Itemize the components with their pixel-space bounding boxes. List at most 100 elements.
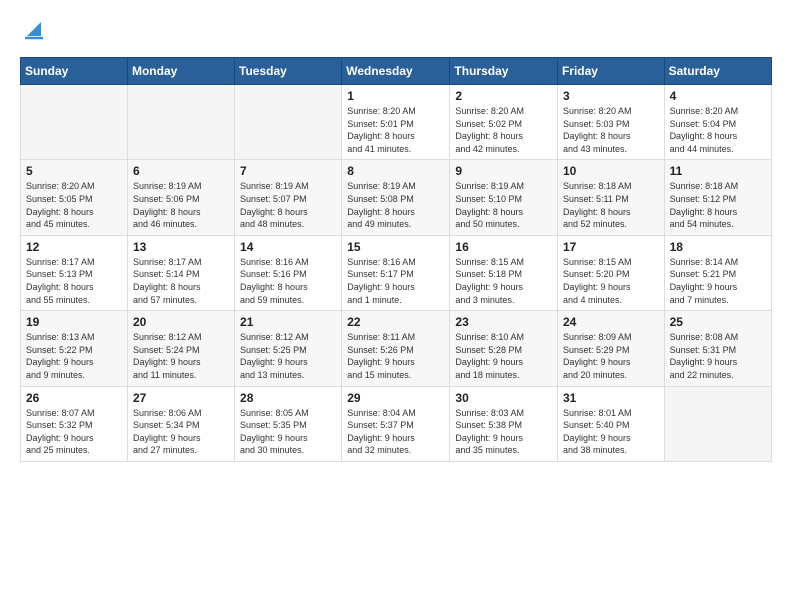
weekday-header-sunday: Sunday xyxy=(21,58,128,85)
weekday-header-wednesday: Wednesday xyxy=(342,58,450,85)
weekday-header-row: SundayMondayTuesdayWednesdayThursdayFrid… xyxy=(21,58,772,85)
day-info: Sunrise: 8:13 AM Sunset: 5:22 PM Dayligh… xyxy=(26,331,122,381)
day-number: 6 xyxy=(133,164,229,178)
day-info: Sunrise: 8:17 AM Sunset: 5:14 PM Dayligh… xyxy=(133,256,229,306)
day-info: Sunrise: 8:06 AM Sunset: 5:34 PM Dayligh… xyxy=(133,407,229,457)
weekday-header-thursday: Thursday xyxy=(450,58,558,85)
day-info: Sunrise: 8:19 AM Sunset: 5:06 PM Dayligh… xyxy=(133,180,229,230)
calendar-cell: 23Sunrise: 8:10 AM Sunset: 5:28 PM Dayli… xyxy=(450,311,558,386)
day-info: Sunrise: 8:20 AM Sunset: 5:04 PM Dayligh… xyxy=(670,105,766,155)
calendar-cell: 11 Sunrise: 8:18 AM Sunset: 5:12 PM Dayli… xyxy=(664,160,771,235)
day-info: Sunrise: 8:08 AM Sunset: 5:31 PM Dayligh… xyxy=(670,331,766,381)
day-info: Sunrise: 8:01 AM Sunset: 5:40 PM Dayligh… xyxy=(563,407,659,457)
calendar-cell: 26Sunrise: 8:07 AM Sunset: 5:32 PM Dayli… xyxy=(21,386,128,461)
weekday-header-friday: Friday xyxy=(557,58,664,85)
calendar-cell: 24 Sunrise: 8:09 AM Sunset: 5:29 PM Dayli… xyxy=(557,311,664,386)
calendar-week-5: 26Sunrise: 8:07 AM Sunset: 5:32 PM Dayli… xyxy=(21,386,772,461)
day-info: Sunrise: 8:19 AM Sunset: 5:07 PM Dayligh… xyxy=(240,180,336,230)
day-info: Sunrise: 8:19 AM Sunset: 5:08 PM Dayligh… xyxy=(347,180,444,230)
day-info: Sunrise: 8:11 AM Sunset: 5:26 PM Dayligh… xyxy=(347,331,444,381)
calendar-cell: 6 Sunrise: 8:19 AM Sunset: 5:06 PM Daylig… xyxy=(127,160,234,235)
calendar-cell: 1Sunrise: 8:20 AM Sunset: 5:01 PM Daylig… xyxy=(342,85,450,160)
day-info: Sunrise: 8:14 AM Sunset: 5:21 PM Dayligh… xyxy=(670,256,766,306)
day-number: 9 xyxy=(455,164,552,178)
calendar-cell: 9 Sunrise: 8:19 AM Sunset: 5:10 PM Daylig… xyxy=(450,160,558,235)
calendar-cell xyxy=(127,85,234,160)
calendar-cell: 5 Sunrise: 8:20 AM Sunset: 5:05 PM Daylig… xyxy=(21,160,128,235)
day-number: 21 xyxy=(240,315,336,329)
day-info: Sunrise: 8:18 AM Sunset: 5:12 PM Dayligh… xyxy=(670,180,766,230)
calendar-cell: 29 Sunrise: 8:04 AM Sunset: 5:37 PM Dayli… xyxy=(342,386,450,461)
day-info: Sunrise: 8:03 AM Sunset: 5:38 PM Dayligh… xyxy=(455,407,552,457)
day-info: Sunrise: 8:09 AM Sunset: 5:29 PM Dayligh… xyxy=(563,331,659,381)
day-info: Sunrise: 8:04 AM Sunset: 5:37 PM Dayligh… xyxy=(347,407,444,457)
day-info: Sunrise: 8:20 AM Sunset: 5:01 PM Dayligh… xyxy=(347,105,444,155)
calendar-week-4: 19 Sunrise: 8:13 AM Sunset: 5:22 PM Dayli… xyxy=(21,311,772,386)
calendar-cell xyxy=(664,386,771,461)
day-number: 5 xyxy=(26,164,122,178)
calendar-cell xyxy=(21,85,128,160)
day-number: 7 xyxy=(240,164,336,178)
day-number: 30 xyxy=(455,391,552,405)
page-header xyxy=(20,16,772,45)
day-number: 27 xyxy=(133,391,229,405)
day-info: Sunrise: 8:16 AM Sunset: 5:16 PM Dayligh… xyxy=(240,256,336,306)
calendar-week-3: 12Sunrise: 8:17 AM Sunset: 5:13 PM Dayli… xyxy=(21,235,772,310)
day-number: 8 xyxy=(347,164,444,178)
day-number: 11 xyxy=(670,164,766,178)
calendar-cell: 12Sunrise: 8:17 AM Sunset: 5:13 PM Dayli… xyxy=(21,235,128,310)
calendar-cell: 27 Sunrise: 8:06 AM Sunset: 5:34 PM Dayli… xyxy=(127,386,234,461)
day-number: 19 xyxy=(26,315,122,329)
weekday-header-tuesday: Tuesday xyxy=(235,58,342,85)
day-info: Sunrise: 8:16 AM Sunset: 5:17 PM Dayligh… xyxy=(347,256,444,306)
calendar-cell: 7 Sunrise: 8:19 AM Sunset: 5:07 PM Daylig… xyxy=(235,160,342,235)
calendar-page: SundayMondayTuesdayWednesdayThursdayFrid… xyxy=(0,0,792,612)
day-number: 16 xyxy=(455,240,552,254)
day-info: Sunrise: 8:15 AM Sunset: 5:18 PM Dayligh… xyxy=(455,256,552,306)
day-info: Sunrise: 8:12 AM Sunset: 5:25 PM Dayligh… xyxy=(240,331,336,381)
calendar-cell: 22 Sunrise: 8:11 AM Sunset: 5:26 PM Dayli… xyxy=(342,311,450,386)
day-info: Sunrise: 8:07 AM Sunset: 5:32 PM Dayligh… xyxy=(26,407,122,457)
calendar-week-1: 1Sunrise: 8:20 AM Sunset: 5:01 PM Daylig… xyxy=(21,85,772,160)
calendar-cell: 30 Sunrise: 8:03 AM Sunset: 5:38 PM Dayli… xyxy=(450,386,558,461)
day-number: 3 xyxy=(563,89,659,103)
calendar-cell: 10 Sunrise: 8:18 AM Sunset: 5:11 PM Dayli… xyxy=(557,160,664,235)
day-number: 28 xyxy=(240,391,336,405)
logo-triangle-icon xyxy=(23,18,45,40)
day-info: Sunrise: 8:20 AM Sunset: 5:03 PM Dayligh… xyxy=(563,105,659,155)
day-number: 13 xyxy=(133,240,229,254)
day-info: Sunrise: 8:15 AM Sunset: 5:20 PM Dayligh… xyxy=(563,256,659,306)
calendar-cell xyxy=(235,85,342,160)
day-number: 14 xyxy=(240,240,336,254)
calendar-cell: 13 Sunrise: 8:17 AM Sunset: 5:14 PM Dayli… xyxy=(127,235,234,310)
day-info: Sunrise: 8:05 AM Sunset: 5:35 PM Dayligh… xyxy=(240,407,336,457)
day-number: 15 xyxy=(347,240,444,254)
day-info: Sunrise: 8:20 AM Sunset: 5:05 PM Dayligh… xyxy=(26,180,122,230)
day-number: 20 xyxy=(133,315,229,329)
calendar-cell: 18Sunrise: 8:14 AM Sunset: 5:21 PM Dayli… xyxy=(664,235,771,310)
day-info: Sunrise: 8:18 AM Sunset: 5:11 PM Dayligh… xyxy=(563,180,659,230)
day-number: 31 xyxy=(563,391,659,405)
day-number: 25 xyxy=(670,315,766,329)
day-number: 29 xyxy=(347,391,444,405)
day-number: 10 xyxy=(563,164,659,178)
calendar-cell: 16 Sunrise: 8:15 AM Sunset: 5:18 PM Dayli… xyxy=(450,235,558,310)
calendar-cell: 3 Sunrise: 8:20 AM Sunset: 5:03 PM Daylig… xyxy=(557,85,664,160)
calendar-cell: 31 Sunrise: 8:01 AM Sunset: 5:40 PM Dayli… xyxy=(557,386,664,461)
logo xyxy=(20,16,45,45)
day-number: 17 xyxy=(563,240,659,254)
calendar-cell: 25 Sunrise: 8:08 AM Sunset: 5:31 PM Dayli… xyxy=(664,311,771,386)
day-number: 23 xyxy=(455,315,552,329)
day-number: 24 xyxy=(563,315,659,329)
calendar-cell: 21 Sunrise: 8:12 AM Sunset: 5:25 PM Dayli… xyxy=(235,311,342,386)
calendar-cell: 17 Sunrise: 8:15 AM Sunset: 5:20 PM Dayli… xyxy=(557,235,664,310)
day-info: Sunrise: 8:20 AM Sunset: 5:02 PM Dayligh… xyxy=(455,105,552,155)
day-number: 4 xyxy=(670,89,766,103)
weekday-header-monday: Monday xyxy=(127,58,234,85)
day-number: 22 xyxy=(347,315,444,329)
weekday-header-saturday: Saturday xyxy=(664,58,771,85)
calendar-cell: 28 Sunrise: 8:05 AM Sunset: 5:35 PM Dayli… xyxy=(235,386,342,461)
calendar-week-2: 5 Sunrise: 8:20 AM Sunset: 5:05 PM Daylig… xyxy=(21,160,772,235)
day-info: Sunrise: 8:19 AM Sunset: 5:10 PM Dayligh… xyxy=(455,180,552,230)
calendar-cell: 2Sunrise: 8:20 AM Sunset: 5:02 PM Daylig… xyxy=(450,85,558,160)
